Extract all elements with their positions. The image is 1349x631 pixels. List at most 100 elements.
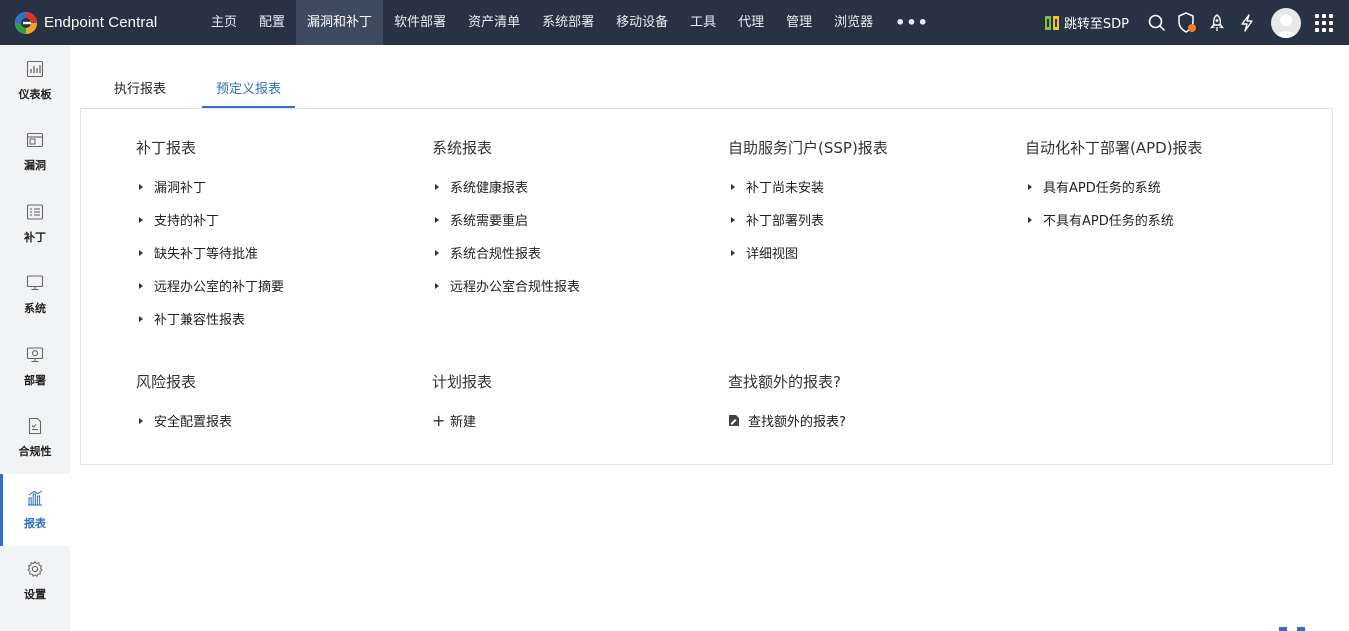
find-extra-reports-label: 查找额外的报表? xyxy=(748,415,846,430)
caret-right-icon xyxy=(139,282,143,289)
caret-right-icon xyxy=(139,249,143,256)
caret-right-icon xyxy=(435,282,439,289)
new-schedule-button[interactable]: + 新建 xyxy=(432,404,722,437)
report-link-label: 远程办公室合规性报表 xyxy=(450,280,581,295)
nav-more-button[interactable]: ••• xyxy=(884,0,940,45)
app-name: Endpoint Central xyxy=(44,14,158,31)
system-icon xyxy=(26,275,44,291)
report-link-label: 补丁兼容性报表 xyxy=(154,313,246,328)
nav-item-os-deployment[interactable]: 系统部署 xyxy=(531,0,605,45)
caret-right-icon xyxy=(731,216,735,223)
nav-item-threats-patches[interactable]: 漏洞和补丁 xyxy=(296,0,384,45)
deployment-icon xyxy=(26,347,44,362)
risk-reports-section: 风险报表 安全配置报表 xyxy=(136,371,426,437)
sidebar-item-label: 设置 xyxy=(24,588,46,602)
report-link[interactable]: 补丁部署列表 xyxy=(728,203,1018,236)
nav-item-admin[interactable]: 管理 xyxy=(775,0,823,45)
report-link[interactable]: 系统需要重启 xyxy=(432,203,722,236)
report-link[interactable]: 远程办公室的补丁摘要 xyxy=(136,269,426,302)
brand[interactable]: Endpoint Central xyxy=(0,0,200,45)
nav-item-mobile-devices[interactable]: 移动设备 xyxy=(605,0,679,45)
nav-item-configuration[interactable]: 配置 xyxy=(248,0,296,45)
predefined-reports-panel: 补丁报表 漏洞补丁 支持的补丁 缺失补丁等待批准 远程办公室的补丁摘要 补丁兼容… xyxy=(80,108,1333,465)
report-link-label: 详细视图 xyxy=(746,247,799,262)
nav-item-software-deployment[interactable]: 软件部署 xyxy=(383,0,457,45)
report-link[interactable]: 支持的补丁 xyxy=(136,203,426,236)
jump-to-sdp-button[interactable]: 跳转至SDP xyxy=(1044,13,1129,32)
caret-right-icon xyxy=(139,417,143,424)
nav-item-inventory[interactable]: 资产清单 xyxy=(457,0,531,45)
report-link[interactable]: 具有APD任务的系统 xyxy=(1025,170,1315,203)
nav-item-home[interactable]: 主页 xyxy=(200,0,248,45)
report-link-label: 缺失补丁等待批准 xyxy=(154,247,259,262)
nav-item-agent[interactable]: 代理 xyxy=(727,0,775,45)
patch-icon xyxy=(26,204,44,220)
ssp-reports-section: 自助服务门户(SSP)报表 补丁尚未安装 补丁部署列表 详细视图 xyxy=(728,137,1018,269)
sidebar-item-patches[interactable]: 补丁 xyxy=(0,188,70,260)
sidebar-item-label: 仪表板 xyxy=(18,87,52,101)
top-right-actions: 跳转至SDP xyxy=(1044,0,1333,45)
report-link-label: 远程办公室的补丁摘要 xyxy=(154,280,285,295)
rocket-icon[interactable] xyxy=(1207,13,1227,33)
report-link[interactable]: 远程办公室合规性报表 xyxy=(432,269,722,302)
report-link[interactable]: 缺失补丁等待批准 xyxy=(136,236,426,269)
report-link[interactable]: 安全配置报表 xyxy=(136,404,426,437)
corner-decoration-icon xyxy=(1279,627,1305,631)
tab-scheduled-reports[interactable]: 执行报表 xyxy=(100,72,180,108)
section-heading: 查找额外的报表? xyxy=(728,373,841,391)
lightning-icon[interactable] xyxy=(1237,13,1257,33)
report-link-label: 支持的补丁 xyxy=(154,214,220,229)
report-link-label: 补丁尚未安装 xyxy=(746,181,825,196)
tab-predefined-reports[interactable]: 预定义报表 xyxy=(202,72,296,108)
patch-reports-section: 补丁报表 漏洞补丁 支持的补丁 缺失补丁等待批准 远程办公室的补丁摘要 补丁兼容… xyxy=(136,137,426,335)
sdp-icon xyxy=(1044,15,1059,30)
report-link[interactable]: 漏洞补丁 xyxy=(136,170,426,203)
sidebar-item-vulnerabilities[interactable]: 漏洞 xyxy=(0,117,70,189)
sidebar-item-deployment[interactable]: 部署 xyxy=(0,331,70,403)
sidebar: 仪表板 漏洞 补丁 系统 部署 合规性 报表 设置 xyxy=(0,45,70,631)
sidebar-item-compliance[interactable]: 合规性 xyxy=(0,403,70,475)
report-link[interactable]: 详细视图 xyxy=(728,236,1018,269)
user-avatar-icon xyxy=(1275,13,1297,38)
caret-right-icon xyxy=(435,249,439,256)
sidebar-item-label: 报表 xyxy=(24,516,46,530)
report-link-label: 不具有APD任务的系统 xyxy=(1043,214,1174,229)
section-heading: 自助服务门户(SSP)报表 xyxy=(728,139,888,157)
nav-item-tools[interactable]: 工具 xyxy=(679,0,727,45)
report-link[interactable]: 补丁兼容性报表 xyxy=(136,302,426,335)
app-launcher-grid-icon[interactable] xyxy=(1315,13,1333,32)
report-link-label: 系统需要重启 xyxy=(450,214,529,229)
report-link[interactable]: 不具有APD任务的系统 xyxy=(1025,203,1315,236)
report-link-label: 系统合规性报表 xyxy=(450,247,542,262)
user-avatar[interactable] xyxy=(1271,7,1301,38)
shield-icon[interactable] xyxy=(1177,11,1197,33)
sidebar-item-label: 合规性 xyxy=(18,445,52,459)
settings-icon xyxy=(27,560,43,578)
report-link-label: 漏洞补丁 xyxy=(154,181,207,196)
section-heading: 自动化补丁部署(APD)报表 xyxy=(1025,139,1203,157)
dashboard-icon xyxy=(26,60,44,77)
caret-right-icon xyxy=(435,216,439,223)
sidebar-item-systems[interactable]: 系统 xyxy=(0,260,70,332)
plus-icon: + xyxy=(432,410,446,430)
report-link-label: 系统健康报表 xyxy=(450,181,529,196)
main-nav: 主页 配置 漏洞和补丁 软件部署 资产清单 系统部署 移动设备 工具 代理 管理… xyxy=(200,0,940,45)
search-icon[interactable] xyxy=(1147,13,1167,33)
find-extra-reports-link[interactable]: 查找额外的报表? xyxy=(728,404,1018,437)
report-link[interactable]: 系统健康报表 xyxy=(432,170,722,203)
section-heading: 补丁报表 xyxy=(136,139,197,157)
report-link[interactable]: 系统合规性报表 xyxy=(432,236,722,269)
nav-item-browsers[interactable]: 浏览器 xyxy=(823,0,884,45)
vulnerability-icon xyxy=(26,133,44,148)
sidebar-item-reports[interactable]: 报表 xyxy=(0,474,70,546)
extra-reports-section: 查找额外的报表? 查找额外的报表? xyxy=(728,371,1018,437)
caret-right-icon xyxy=(731,183,735,190)
endpoint-central-logo-icon xyxy=(15,11,37,34)
compliance-icon xyxy=(28,418,42,435)
schedule-reports-section: 计划报表 + 新建 xyxy=(432,371,722,437)
sidebar-item-settings[interactable]: 设置 xyxy=(0,546,70,618)
report-link[interactable]: 补丁尚未安装 xyxy=(728,170,1018,203)
sdp-label: 跳转至SDP xyxy=(1063,17,1129,32)
sidebar-item-dashboard[interactable]: 仪表板 xyxy=(0,45,70,117)
caret-right-icon xyxy=(731,249,735,256)
